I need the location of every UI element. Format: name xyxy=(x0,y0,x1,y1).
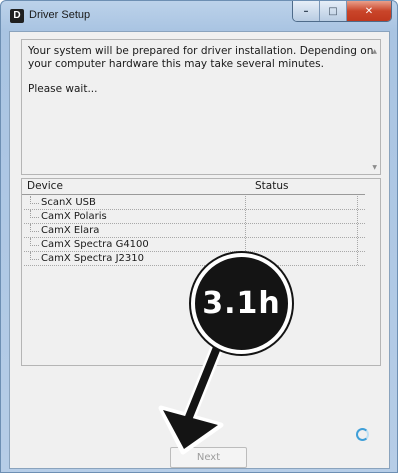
device-row[interactable]: ScanX USB xyxy=(24,196,365,210)
minimize-button[interactable]: – xyxy=(293,1,320,21)
title-bar[interactable]: D Driver Setup – □ ✕ xyxy=(1,1,397,31)
column-header-status[interactable]: Status xyxy=(255,180,288,194)
message-line-2: your computer hardware this may take sev… xyxy=(28,58,324,70)
tree-connector-icon xyxy=(30,210,39,218)
tree-connector-icon xyxy=(30,238,39,246)
device-status xyxy=(245,196,358,209)
dialog-content: Your system will be prepared for driver … xyxy=(9,31,390,469)
device-row[interactable]: CamX Spectra G4100 xyxy=(24,238,365,252)
wait-text: Please wait... xyxy=(28,83,98,95)
header-divider xyxy=(22,194,365,195)
driver-setup-window: D Driver Setup – □ ✕ Your system will be… xyxy=(0,0,398,473)
device-status xyxy=(245,252,358,265)
device-row[interactable]: CamX Elara xyxy=(24,224,365,238)
next-button[interactable]: Next xyxy=(170,447,247,468)
column-header-device[interactable]: Device xyxy=(27,180,63,194)
app-icon: D xyxy=(10,9,24,23)
device-row[interactable]: CamX Spectra J2310 xyxy=(24,252,365,266)
device-name: ScanX USB xyxy=(41,197,96,208)
loading-spinner-icon xyxy=(356,428,369,441)
scroll-down-icon[interactable]: ▼ xyxy=(372,164,377,171)
device-name: CamX Spectra J2310 xyxy=(41,253,144,264)
scroll-up-icon[interactable]: ▲ xyxy=(372,48,377,55)
device-name: CamX Polaris xyxy=(41,211,107,222)
device-list[interactable]: Device Status ScanX USB CamX Polaris Cam… xyxy=(21,178,381,366)
message-area: Your system will be prepared for driver … xyxy=(21,39,381,175)
maximize-button[interactable]: □ xyxy=(320,1,347,21)
tree-connector-icon xyxy=(30,196,39,204)
window-title: Driver Setup xyxy=(29,9,91,21)
device-status xyxy=(245,224,358,237)
device-status xyxy=(245,210,358,223)
tree-connector-icon xyxy=(30,252,39,260)
message-line-1: Your system will be prepared for driver … xyxy=(28,45,374,57)
close-button[interactable]: ✕ xyxy=(347,1,391,21)
device-status xyxy=(245,238,358,251)
device-name: CamX Elara xyxy=(41,225,100,236)
device-name: CamX Spectra G4100 xyxy=(41,239,149,250)
device-row[interactable]: CamX Polaris xyxy=(24,210,365,224)
caption-buttons: – □ ✕ xyxy=(292,1,392,22)
tree-connector-icon xyxy=(30,224,39,232)
